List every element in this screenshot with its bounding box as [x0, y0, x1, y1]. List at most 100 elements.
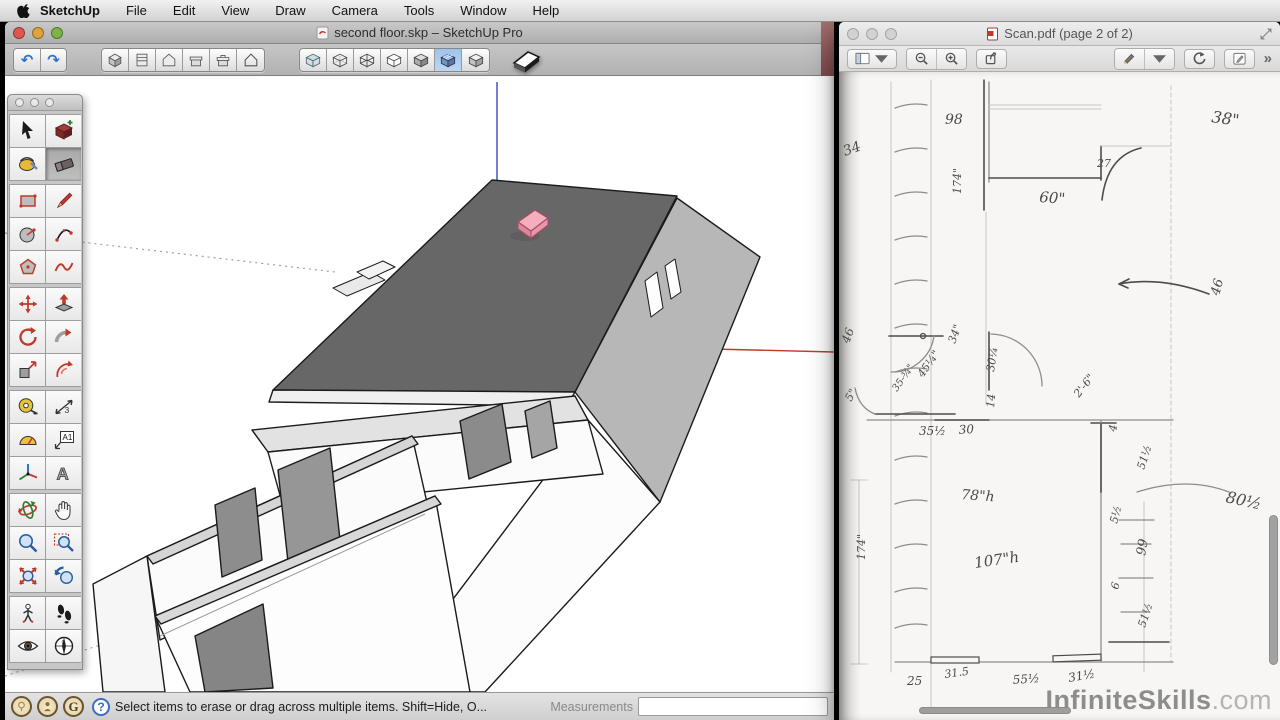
view-front-button[interactable]	[156, 49, 183, 71]
preview-minimize-button[interactable]	[866, 28, 878, 40]
sketchup-titlebar[interactable]: second floor.skp – SketchUp Pro	[5, 22, 834, 44]
redo-button[interactable]: ↷	[40, 49, 66, 71]
help-icon[interactable]: ?	[92, 698, 110, 716]
view-back-button[interactable]	[210, 49, 237, 71]
face-style-wireframe-button[interactable]	[354, 49, 381, 71]
vertical-scrollbar[interactable]	[1269, 515, 1278, 665]
model-canvas[interactable]	[5, 76, 834, 692]
tool-orbit[interactable]	[10, 494, 45, 526]
tool-paint-bucket[interactable]	[10, 148, 45, 180]
active-eraser-icon[interactable]	[506, 46, 544, 74]
highlighter-button[interactable]	[1115, 49, 1145, 69]
menu-item-edit[interactable]: Edit	[173, 3, 195, 18]
view-iso-button[interactable]	[102, 49, 129, 71]
tool-arc[interactable]	[46, 218, 81, 250]
share-button[interactable]	[976, 49, 1007, 69]
tool-zoom[interactable]	[10, 527, 45, 559]
menu-item-draw[interactable]: Draw	[275, 3, 305, 18]
tool-tape-measure[interactable]	[10, 391, 45, 423]
fullscreen-icon[interactable]	[1259, 27, 1273, 41]
rotate-left-button[interactable]	[1184, 49, 1215, 69]
palette-group	[9, 390, 81, 490]
palette-titlebar[interactable]	[8, 95, 82, 111]
preview-zoom-button[interactable]	[885, 28, 897, 40]
tool-3d-text[interactable]	[46, 457, 81, 489]
chevron-down-icon	[1152, 51, 1167, 66]
tool-zoom-extents[interactable]	[10, 560, 45, 592]
tool-polygon[interactable]	[10, 251, 45, 283]
tool-walk[interactable]	[46, 597, 81, 629]
geolocation-icon[interactable]	[11, 696, 32, 717]
building-model[interactable]	[93, 180, 760, 692]
face-style-shaded-textures-button[interactable]	[435, 49, 462, 71]
menu-item-help[interactable]: Help	[532, 3, 559, 18]
preview-window: Scan.pdf (page 2 of 2)	[839, 22, 1280, 720]
view-right-button[interactable]	[183, 49, 210, 71]
tool-scale[interactable]	[10, 354, 45, 386]
zoom-in-button[interactable]	[937, 49, 966, 69]
highlighter-dropdown[interactable]	[1145, 49, 1174, 69]
tool-line[interactable]	[46, 185, 81, 217]
markup-button[interactable]	[1224, 49, 1255, 69]
minimize-button[interactable]	[32, 27, 44, 39]
measurements-input[interactable]	[638, 697, 828, 716]
tool-dimension[interactable]	[46, 391, 81, 423]
preview-close-button[interactable]	[847, 28, 859, 40]
tool-rectangle[interactable]	[10, 185, 45, 217]
tool-protractor[interactable]	[10, 424, 45, 456]
sketch-annotation: 2'-6"	[1071, 372, 1098, 401]
tool-position-camera[interactable]	[10, 597, 45, 629]
tool-eraser[interactable]	[46, 148, 81, 180]
tool-previous[interactable]	[46, 560, 81, 592]
zoom-out-button[interactable]	[907, 49, 937, 69]
credit-person-icon[interactable]	[37, 696, 58, 717]
menu-item-camera[interactable]: Camera	[332, 3, 378, 18]
google-icon[interactable]: G	[63, 696, 84, 717]
tool-look-around[interactable]	[10, 630, 45, 662]
sketch-annotation: 98	[945, 112, 963, 128]
close-button[interactable]	[13, 27, 25, 39]
tool-rotate[interactable]	[10, 321, 45, 353]
pdf-page-view[interactable]: 349838"2760"174"465"35-¾"45¼"34"30¼1435½…	[839, 72, 1280, 720]
tool-axes[interactable]	[10, 457, 45, 489]
menu-item-tools[interactable]: Tools	[404, 3, 434, 18]
menu-item-window[interactable]: Window	[460, 3, 506, 18]
window-title-wrap: second floor.skp – SketchUp Pro	[316, 25, 523, 40]
tool-pan[interactable]	[46, 494, 81, 526]
scanned-floorplan-sketch: 349838"2760"174"465"35-¾"45¼"34"30¼1435½…	[839, 72, 1280, 720]
watermark: InfiniteSkills.com	[1045, 685, 1272, 716]
tool-offset[interactable]	[46, 354, 81, 386]
menu-item-view[interactable]: View	[221, 3, 249, 18]
menu-item-file[interactable]: File	[126, 3, 147, 18]
sidebar-view-button[interactable]	[847, 49, 897, 69]
zoom-group	[906, 48, 967, 70]
view-left-button[interactable]	[237, 49, 264, 71]
tool-text[interactable]	[46, 424, 81, 456]
face-style-monochrome-button[interactable]	[462, 49, 489, 71]
face-style-xray-button[interactable]	[300, 49, 327, 71]
tool-compass[interactable]	[46, 630, 81, 662]
face-style-shaded-button[interactable]	[408, 49, 435, 71]
tool-make-component[interactable]	[46, 115, 81, 147]
menu-item-sketchup[interactable]: SketchUp	[40, 3, 100, 18]
sketch-annotation: 35½	[919, 424, 946, 438]
zoom-button[interactable]	[51, 27, 63, 39]
apple-menu-icon[interactable]	[12, 3, 34, 18]
undo-button[interactable]: ↶	[14, 49, 40, 71]
tool-follow-me[interactable]	[46, 321, 81, 353]
face-style-hidden-line-button[interactable]	[381, 49, 408, 71]
sketch-annotation: 30	[958, 422, 975, 437]
face-style-back-edges-button[interactable]	[327, 49, 354, 71]
toolbar-overflow-chevrons[interactable]: »	[1264, 50, 1272, 67]
view-top-button[interactable]	[129, 49, 156, 71]
tool-select[interactable]	[10, 115, 45, 147]
palette-close-button[interactable]	[15, 98, 24, 107]
tool-move[interactable]	[10, 288, 45, 320]
tool-zoom-window[interactable]	[46, 527, 81, 559]
tool-palette[interactable]	[7, 94, 83, 670]
tool-circle[interactable]	[10, 218, 45, 250]
preview-titlebar[interactable]: Scan.pdf (page 2 of 2)	[839, 22, 1280, 46]
tool-push-pull[interactable]	[46, 288, 81, 320]
horizontal-scrollbar[interactable]	[919, 707, 1071, 714]
tool-freehand[interactable]	[46, 251, 81, 283]
